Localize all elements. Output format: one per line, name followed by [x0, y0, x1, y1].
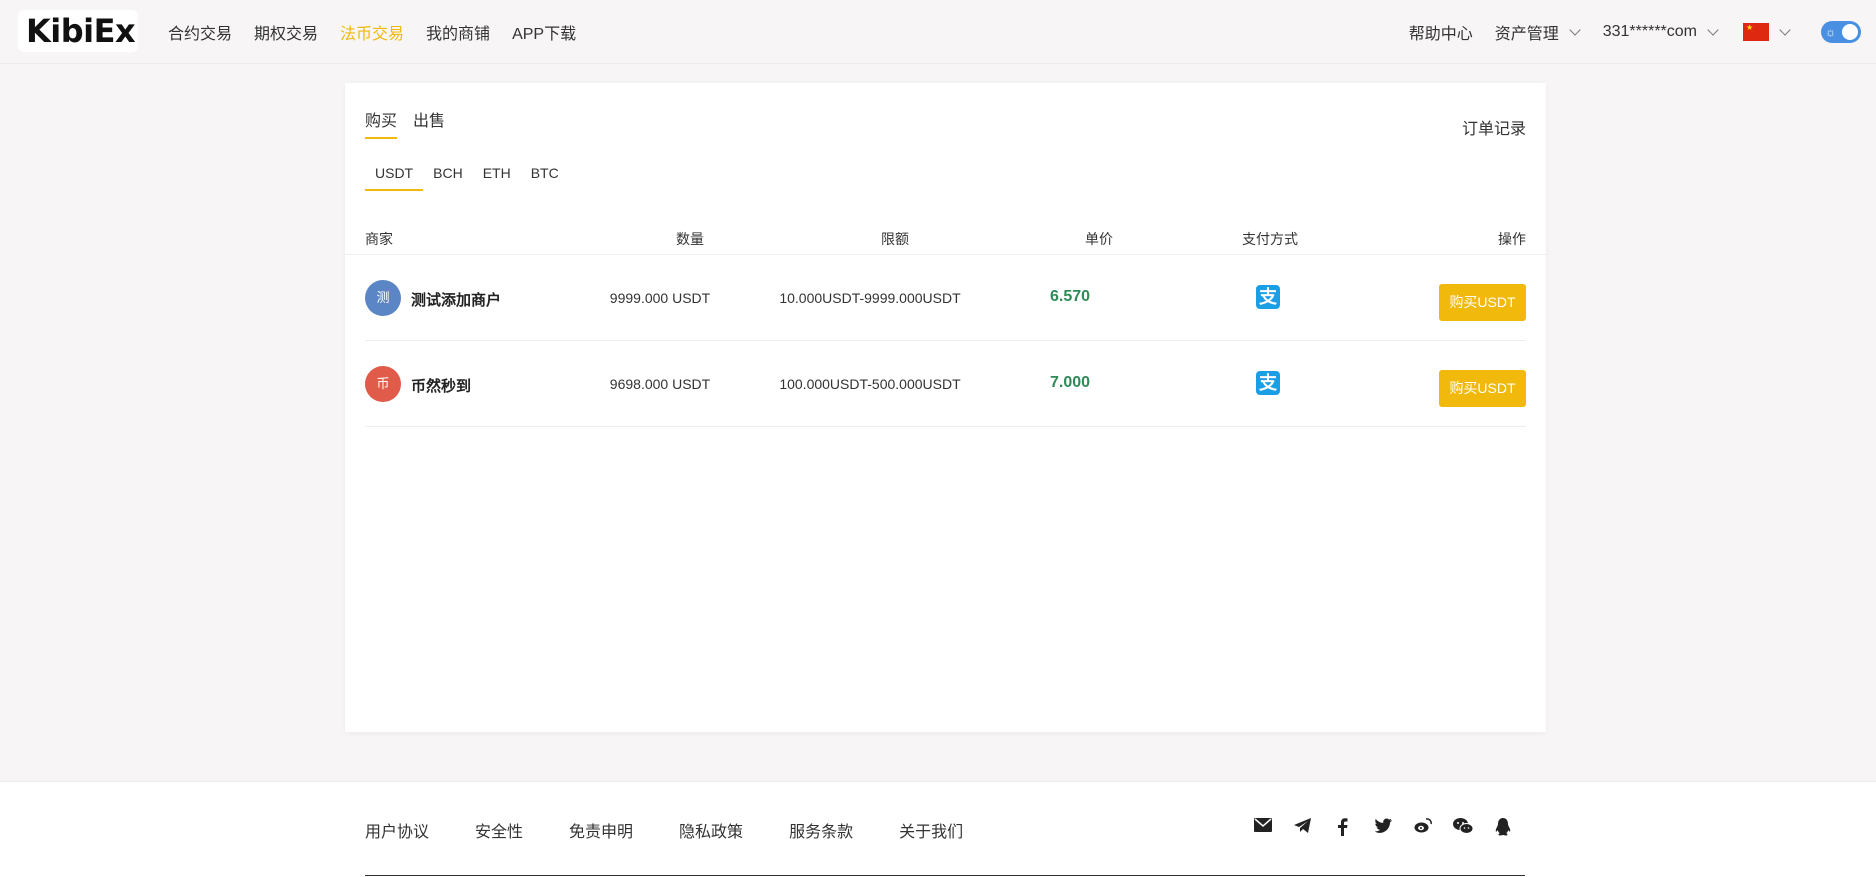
sun-icon: ☼: [1825, 25, 1836, 39]
footer-links: 用户协议 安全性 免责申明 隐私政策 服务条款 关于我们: [365, 818, 1009, 842]
alipay-icon: 支: [1256, 285, 1280, 309]
footer-disclaimer[interactable]: 免责申明: [569, 818, 633, 842]
tab-sell[interactable]: 出售: [413, 107, 445, 139]
quantity: 9999.000 USDT: [609, 290, 711, 306]
asset-management-menu[interactable]: 资产管理: [1494, 20, 1581, 44]
nav-my-shop[interactable]: 我的商铺: [426, 20, 490, 44]
main-nav: 合约交易 期权交易 法币交易 我的商铺 APP下载: [168, 0, 598, 64]
nav-options-trading[interactable]: 期权交易: [254, 20, 318, 44]
table-row: 币 币然秒到 9698.000 USDT 100.000USDT-500.000…: [365, 341, 1526, 427]
social-links: [1250, 818, 1530, 838]
chevron-down-icon: [1569, 23, 1581, 36]
nav-fiat-trading[interactable]: 法币交易: [340, 20, 404, 44]
alipay-icon: 支: [1256, 371, 1280, 395]
footer-user-agreement[interactable]: 用户协议: [365, 818, 429, 842]
footer-security[interactable]: 安全性: [475, 818, 523, 842]
avatar: 测: [365, 280, 401, 316]
buy-usdt-button[interactable]: 购买USDT: [1439, 284, 1526, 321]
account-menu[interactable]: 331******com: [1602, 23, 1719, 41]
site-logo[interactable]: KibiEx: [18, 10, 138, 52]
coin-tab-eth[interactable]: ETH: [473, 165, 521, 191]
fiat-trade-panel: 购买 出售 订单记录 USDT BCH ETH BTC 商家 数量 限额 单价 …: [345, 83, 1546, 732]
table-header: 商家 数量 限额 单价 支付方式 操作: [345, 223, 1546, 255]
site-footer: 用户协议 安全性 免责申明 隐私政策 服务条款 关于我们: [0, 781, 1876, 877]
coin-tab-usdt[interactable]: USDT: [365, 165, 424, 191]
china-flag-icon: [1743, 23, 1769, 41]
col-quantity: 数量: [676, 231, 704, 247]
coin-tabs: USDT BCH ETH BTC: [365, 165, 569, 191]
limit: 10.000USDT-9999.000USDT: [779, 290, 961, 306]
col-payment: 支付方式: [1242, 231, 1298, 247]
col-action: 操作: [1498, 231, 1526, 247]
footer-about-us[interactable]: 关于我们: [899, 818, 963, 842]
help-center-link[interactable]: 帮助中心: [1409, 20, 1473, 44]
twitter-icon[interactable]: [1370, 818, 1396, 838]
col-limit: 限额: [881, 231, 909, 247]
header-right: 帮助中心 资产管理 331******com ☼: [1409, 0, 1876, 64]
language-menu[interactable]: [1743, 23, 1791, 41]
footer-divider: [365, 875, 1525, 876]
footer-privacy-policy[interactable]: 隐私政策: [679, 818, 743, 842]
buy-usdt-button[interactable]: 购买USDT: [1439, 370, 1526, 407]
limit: 100.000USDT-500.000USDT: [779, 376, 961, 392]
telegram-icon[interactable]: [1290, 818, 1316, 838]
merchant-name[interactable]: 币然秒到: [411, 375, 471, 396]
merchant-name[interactable]: 测试添加商户: [411, 289, 501, 310]
chevron-down-icon: [1707, 23, 1719, 36]
col-price: 单价: [1085, 231, 1113, 247]
chevron-down-icon: [1779, 23, 1791, 36]
nav-app-download[interactable]: APP下载: [512, 20, 576, 44]
order-record-link[interactable]: 订单记录: [1462, 115, 1526, 139]
coin-tab-bch[interactable]: BCH: [423, 165, 473, 191]
avatar: 币: [365, 366, 401, 402]
col-merchant: 商家: [365, 231, 393, 247]
mail-icon[interactable]: [1250, 818, 1276, 838]
wechat-icon[interactable]: [1450, 818, 1476, 838]
coin-tab-btc[interactable]: BTC: [521, 165, 569, 191]
asset-management-label: 资产管理: [1494, 26, 1559, 43]
theme-toggle[interactable]: ☼: [1821, 21, 1861, 43]
account-label: 331******com: [1602, 23, 1697, 40]
trade-direction-tabs: 购买 出售: [365, 107, 461, 139]
footer-terms-of-service[interactable]: 服务条款: [789, 818, 853, 842]
toggle-knob: [1842, 24, 1858, 40]
table-row: 测 测试添加商户 9999.000 USDT 10.000USDT-9999.0…: [365, 255, 1526, 341]
unit-price: 6.570: [1049, 288, 1091, 305]
quantity: 9698.000 USDT: [609, 376, 711, 392]
weibo-icon[interactable]: [1410, 818, 1436, 838]
facebook-icon[interactable]: [1330, 818, 1356, 838]
nav-contract-trading[interactable]: 合约交易: [168, 20, 232, 44]
qq-icon[interactable]: [1490, 818, 1516, 838]
top-header: KibiEx 合约交易 期权交易 法币交易 我的商铺 APP下载 帮助中心 资产…: [0, 0, 1876, 64]
unit-price: 7.000: [1049, 374, 1091, 391]
tab-buy[interactable]: 购买: [365, 107, 398, 139]
